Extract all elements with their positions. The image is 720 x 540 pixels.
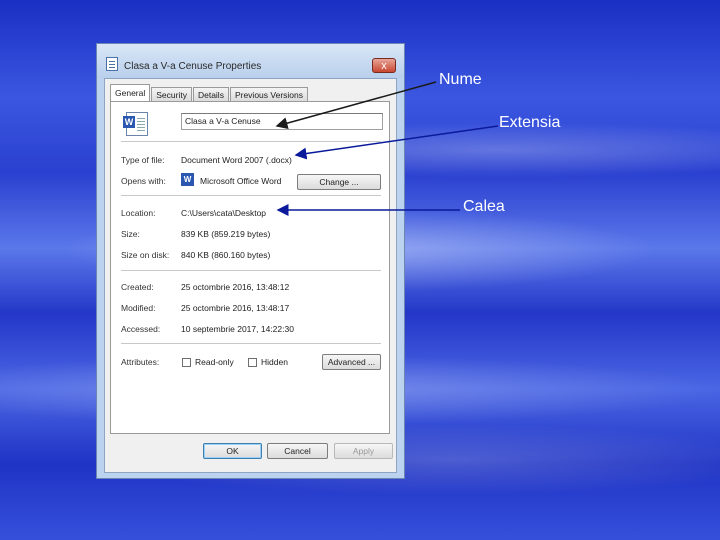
location-value: C:\Users\cata\Desktop — [181, 208, 267, 218]
separator — [121, 195, 381, 196]
read-only-checkbox[interactable] — [182, 358, 191, 367]
modified-value: 25 octombrie 2016, 13:48:17 — [181, 303, 290, 313]
size-on-disk-value: 840 KB (860.160 bytes) — [181, 250, 271, 260]
change-button[interactable]: Change ... — [297, 174, 381, 190]
modified-label: Modified: — [121, 303, 156, 313]
file-name-input[interactable]: Clasa a V-a Cenuse — [181, 113, 383, 130]
location-label: Location: — [121, 208, 156, 218]
cancel-button[interactable]: Cancel — [267, 443, 328, 459]
size-value: 839 KB (859.219 bytes) — [181, 229, 271, 239]
tab-security[interactable]: Security — [151, 87, 192, 102]
title-bar: Clasa a V-a Cenuse Properties x — [97, 44, 404, 78]
tab-general[interactable]: General — [110, 84, 151, 102]
separator — [121, 141, 381, 142]
word-document-icon — [123, 112, 148, 136]
document-icon — [106, 57, 118, 71]
tab-details[interactable]: Details — [192, 87, 229, 102]
general-tab-page: Clasa a V-a Cenuse Type of file: Documen… — [110, 101, 390, 434]
annotation-extensia: Extensia — [499, 114, 561, 131]
tab-strip: General Security Details Previous Versio… — [110, 84, 309, 102]
opens-with-value: Microsoft Office Word — [200, 176, 282, 186]
tab-previous-versions[interactable]: Previous Versions — [229, 87, 308, 102]
dialog-body: General Security Details Previous Versio… — [104, 78, 397, 473]
apply-button[interactable]: Apply — [334, 443, 393, 459]
annotation-nume: Nume — [439, 71, 482, 88]
opens-with-label: Opens with: — [121, 176, 166, 186]
properties-dialog: Clasa a V-a Cenuse Properties x General … — [96, 43, 405, 479]
close-button[interactable]: x — [372, 58, 396, 73]
size-label: Size: — [121, 229, 140, 239]
dialog-title: Clasa a V-a Cenuse Properties — [124, 61, 262, 72]
accessed-label: Accessed: — [121, 324, 161, 334]
advanced-button[interactable]: Advanced ... — [322, 354, 381, 370]
annotation-calea: Calea — [463, 198, 505, 215]
size-on-disk-label: Size on disk: — [121, 250, 170, 260]
ok-button[interactable]: OK — [203, 443, 262, 459]
created-label: Created: — [121, 282, 154, 292]
accessed-value: 10 septembrie 2017, 14:22:30 — [181, 324, 294, 334]
hidden-label: Hidden — [261, 357, 288, 367]
separator — [121, 270, 381, 271]
hidden-checkbox[interactable] — [248, 358, 257, 367]
separator — [121, 343, 381, 344]
type-of-file-value: Document Word 2007 (.docx) — [181, 155, 292, 165]
attributes-label: Attributes: — [121, 357, 160, 367]
created-value: 25 octombrie 2016, 13:48:12 — [181, 282, 290, 292]
word-app-icon: W — [181, 173, 194, 186]
type-of-file-label: Type of file: — [121, 155, 165, 165]
read-only-label: Read-only — [195, 357, 234, 367]
